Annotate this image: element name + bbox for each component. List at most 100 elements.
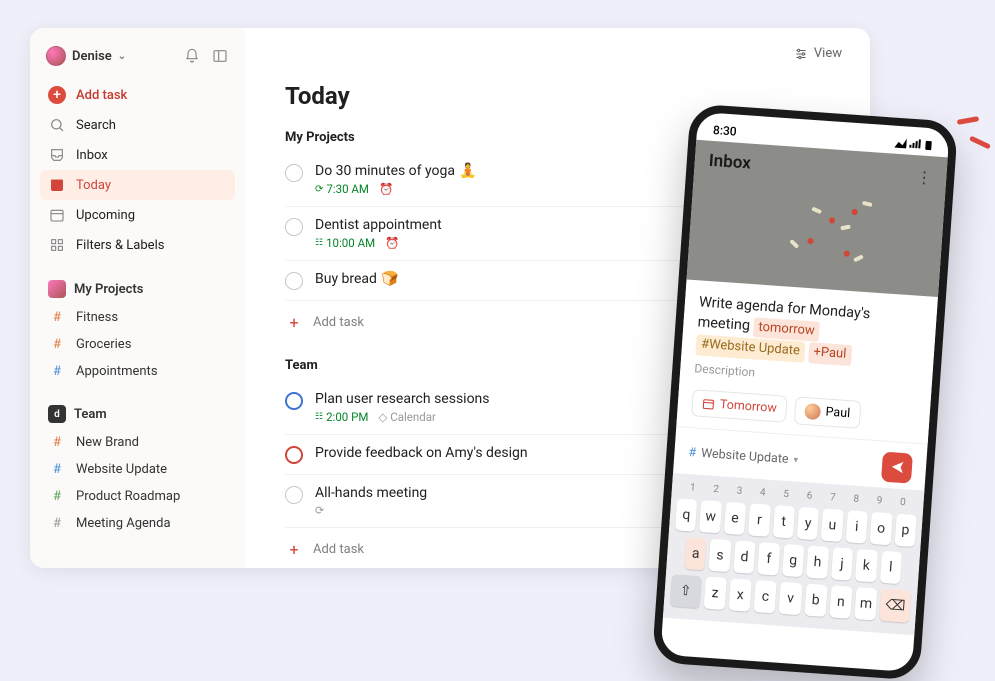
backspace-key[interactable]: ⌫ [879,589,911,623]
key[interactable]: k [855,549,878,582]
calendar-icon [48,206,66,224]
key[interactable]: p [894,513,917,546]
section-title: Team [74,407,107,422]
key[interactable]: u [821,508,844,541]
task-title: Buy bread [315,271,377,287]
task-checkbox[interactable] [285,218,303,236]
key[interactable]: l [879,550,902,583]
search-icon [48,116,66,134]
task-title: Dentist appointment [315,217,442,233]
key[interactable]: z [703,576,726,609]
key[interactable]: q [675,498,698,531]
nav-today[interactable]: Today [40,170,235,200]
nav-filters[interactable]: Filters & Labels [40,230,235,260]
plus-icon: + [285,313,303,332]
chip-due-date[interactable]: Tomorrow [691,389,788,423]
project-label: Product Roadmap [76,489,180,504]
shift-key[interactable]: ⇧ [670,574,702,608]
key[interactable]: b [804,583,827,616]
task-title: Provide feedback on Amy's design [315,445,528,461]
task-checkbox[interactable] [285,392,303,410]
chip-label: Tomorrow [719,397,777,416]
key[interactable]: o [870,512,893,545]
hash-icon: # [48,337,66,352]
project-new-brand[interactable]: # New Brand [40,429,235,456]
nav-label: Filters & Labels [76,238,164,253]
nav-label: Search [76,118,116,133]
avatar [46,46,66,66]
project-fitness[interactable]: # Fitness [40,304,235,331]
hash-icon: # [48,489,66,504]
key[interactable]: c [754,580,777,613]
key[interactable]: h [806,545,829,578]
task-title: Plan user research sessions [315,391,490,407]
nav-search[interactable]: Search [40,110,235,140]
task-checkbox[interactable] [285,486,303,504]
plus-icon: + [48,86,66,104]
task-checkbox[interactable] [285,164,303,182]
view-label: View [814,46,842,61]
chip-assignee[interactable]: Paul [794,396,861,429]
key[interactable]: w [699,500,722,533]
notifications-icon[interactable] [183,47,201,65]
key[interactable]: m [854,587,877,620]
key[interactable]: f [758,542,781,575]
project-selector[interactable]: # Website Update ▾ [688,445,799,468]
key[interactable]: a [684,537,707,570]
phone-hero: Inbox ⋮ [687,140,948,297]
avatar-icon [804,403,821,420]
key[interactable]: x [729,578,752,611]
hero-illustration [687,140,948,297]
project-label: Groceries [76,337,131,352]
project-label: Meeting Agenda [76,516,171,531]
chevron-down-icon: ⌄ [118,51,126,62]
add-task-label: Add task [313,315,364,330]
project-product-roadmap[interactable]: # Product Roadmap [40,483,235,510]
key[interactable]: e [724,501,747,534]
task-title: All-hands meeting [315,485,427,501]
key[interactable]: v [779,581,802,614]
project-meeting-agenda[interactable]: # Meeting Agenda [40,510,235,537]
status-time: 8:30 [713,123,738,139]
key[interactable]: r [748,503,771,536]
key[interactable]: y [797,507,820,540]
nav-upcoming[interactable]: Upcoming [40,200,235,230]
task-checkbox[interactable] [285,272,303,290]
task-checkbox[interactable] [285,446,303,464]
token-assignee[interactable]: +Paul [808,343,852,366]
task-project: ◇ Calendar [378,410,435,424]
key[interactable]: s [709,538,732,571]
hash-icon: # [48,462,66,477]
chevron-down-icon: ▾ [793,455,798,465]
project-label: Website Update [76,462,167,477]
add-task-button[interactable]: + Add task [40,80,235,110]
calendar-today-icon [48,176,66,194]
hash-icon: # [48,310,66,325]
page-title: Today [285,82,830,110]
key[interactable]: i [845,510,868,543]
key[interactable]: g [782,544,805,577]
section-title: My Projects [74,282,143,297]
key[interactable]: t [772,505,795,538]
hash-icon: # [48,516,66,531]
nav-label: Inbox [76,148,108,163]
compose-input[interactable]: Write agenda for Monday's meeting tomorr… [695,292,923,370]
key[interactable]: j [831,547,854,580]
key[interactable]: d [733,540,756,573]
project-appointments[interactable]: # Appointments [40,358,235,385]
nav-inbox[interactable]: Inbox [40,140,235,170]
team-badge-icon: d [48,405,66,423]
sidebar-section-my-projects[interactable]: My Projects [40,274,235,304]
panel-toggle-icon[interactable] [211,47,229,65]
send-button[interactable] [881,451,913,483]
sidebar-section-team[interactable]: d Team [40,399,235,429]
chip-label: Paul [825,405,851,422]
project-groceries[interactable]: # Groceries [40,331,235,358]
view-button[interactable]: View [794,46,842,61]
user-menu[interactable]: Denise ⌄ [46,46,126,66]
project-website-update[interactable]: # Website Update [40,456,235,483]
add-task-label: Add task [76,88,127,103]
alarm-icon: ⏰ [385,236,399,250]
phone-compose-card: Write agenda for Monday's meeting tomorr… [676,279,938,443]
key[interactable]: n [829,585,852,618]
